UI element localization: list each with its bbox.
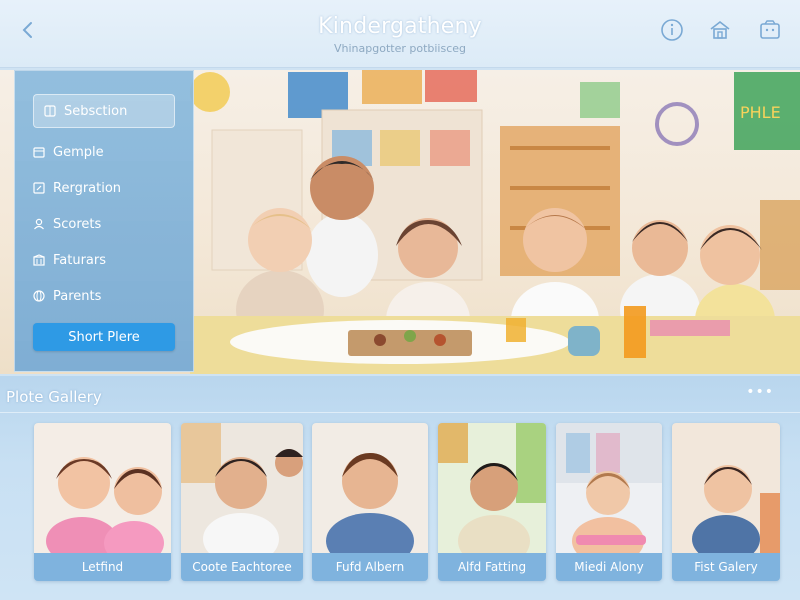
app-header: Kindergatheny Vhinapgotter potbiisceg	[0, 0, 800, 68]
gallery-card[interactable]: Alfd Fatting	[438, 423, 546, 581]
gallery-card[interactable]: Fist Galery	[672, 423, 780, 581]
sidebar-item-sebsction[interactable]: Sebsction	[33, 94, 175, 128]
gallery-caption: Alfd Fatting	[438, 553, 546, 581]
gallery-caption: Fist Galery	[672, 553, 780, 581]
gallery-card[interactable]: Fufd Albern	[312, 423, 428, 581]
sidebar-item-rergration[interactable]: Rergration	[33, 173, 191, 203]
sidebar-item-label: Sebsction	[64, 103, 128, 119]
gallery-photo	[556, 423, 662, 553]
gallery-caption: Fufd Albern	[312, 553, 428, 581]
gallery-photo	[34, 423, 171, 553]
user-icon	[33, 218, 45, 230]
gallery-caption: Miedi Alony	[556, 553, 662, 581]
grid-icon	[44, 105, 56, 117]
sidebar-item-label: Faturars	[53, 252, 107, 268]
sidebar: Sebsction Gemple Rergration Scorets Fatu…	[14, 70, 194, 372]
gallery-caption: Coote Eachtoree	[181, 553, 303, 581]
edit-icon	[33, 182, 45, 194]
gallery-card[interactable]: Coote Eachtoree	[181, 423, 303, 581]
svg-text:PHLE: PHLE	[740, 103, 781, 122]
home-button[interactable]	[707, 17, 733, 43]
sidebar-item-label: Scorets	[53, 216, 102, 232]
info-button[interactable]	[659, 17, 685, 43]
divider	[0, 412, 800, 413]
calendar-icon	[33, 146, 45, 158]
more-options-button[interactable]: •••	[746, 384, 774, 400]
globe-icon	[33, 290, 45, 302]
app-subtitle: Vhinapgotter potbiisceg	[333, 42, 467, 55]
gallery-photo	[672, 423, 780, 553]
home-icon	[710, 20, 730, 39]
building-icon	[33, 254, 45, 266]
cta-button[interactable]: Short Plere	[33, 323, 175, 351]
info-icon	[661, 19, 683, 41]
sidebar-item-gemple[interactable]: Gemple	[33, 137, 191, 167]
sidebar-item-label: Parents	[53, 288, 102, 304]
sidebar-item-label: Gemple	[53, 144, 104, 160]
gallery-photo	[181, 423, 303, 553]
sidebar-item-label: Rergration	[53, 180, 122, 196]
gallery-photo	[438, 423, 546, 553]
gallery-card[interactable]: Miedi Alony	[556, 423, 662, 581]
gallery-button[interactable]	[757, 17, 783, 43]
gallery-title: Plote Gallery	[6, 388, 102, 406]
sidebar-item-scorets[interactable]: Scorets	[33, 209, 191, 239]
gallery-icon	[760, 20, 780, 39]
gallery-card[interactable]: Letfind	[34, 423, 171, 581]
gallery-photo	[312, 423, 428, 553]
gallery-caption: Letfind	[34, 553, 171, 581]
photo-gallery: Plote Gallery ••• Letfind Coote Eachtore…	[0, 376, 800, 600]
sidebar-item-parents[interactable]: Parents	[33, 281, 191, 311]
sidebar-item-faturars[interactable]: Faturars	[33, 245, 191, 275]
